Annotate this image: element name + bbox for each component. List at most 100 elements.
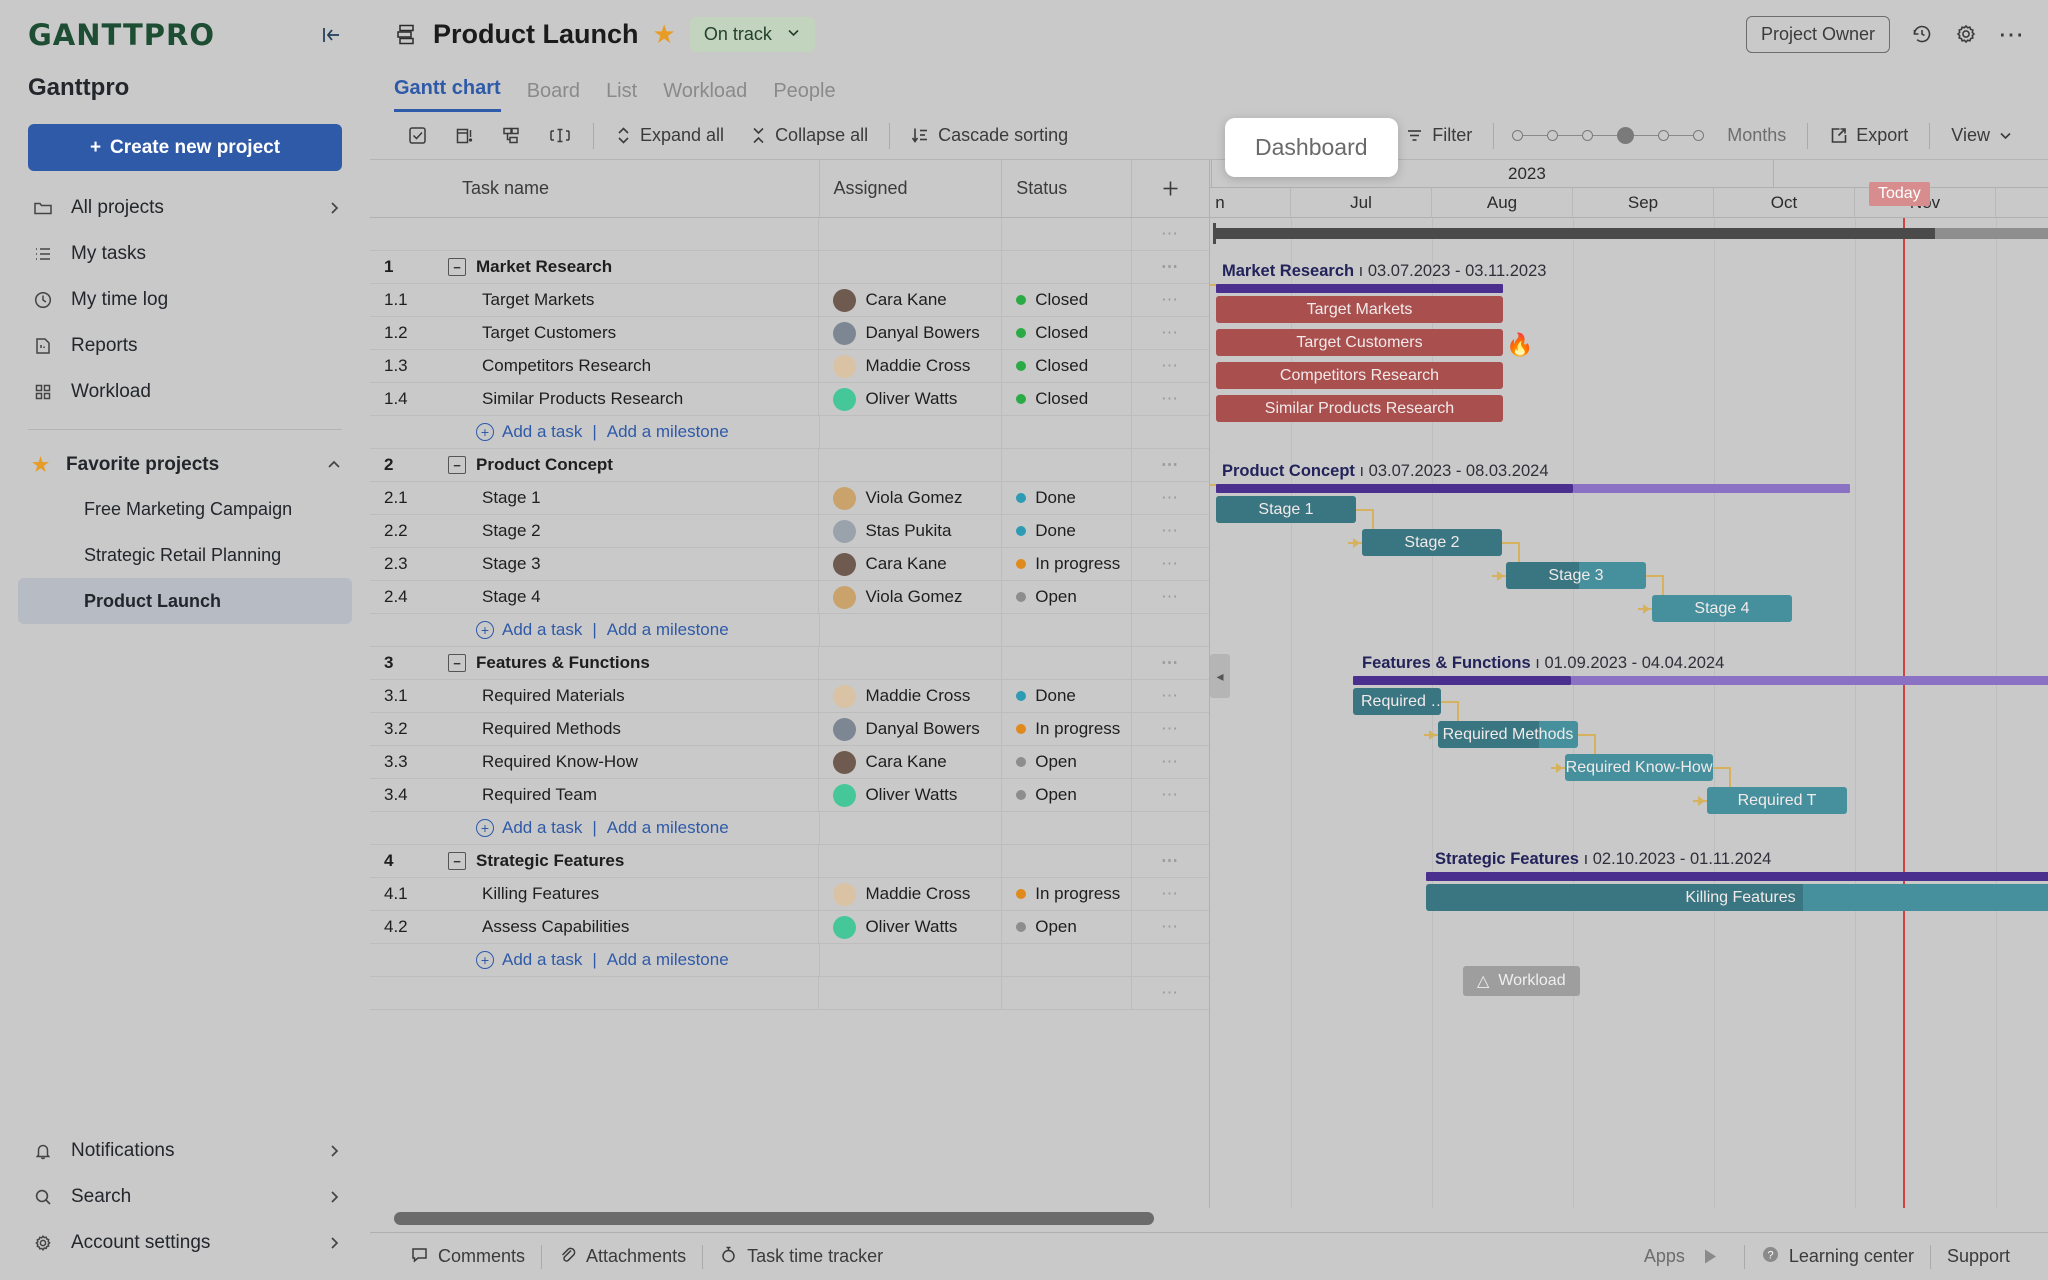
zoom-step-4[interactable]: [1658, 130, 1670, 141]
more-horizontal-icon[interactable]: ⋯: [1998, 21, 2026, 47]
star-icon[interactable]: ★: [653, 19, 676, 50]
task-name-cell[interactable]: 1.2 Target Customers: [370, 317, 820, 349]
gantt-bar[interactable]: Required …: [1353, 688, 1441, 715]
assigned-cell[interactable]: [819, 845, 1003, 877]
table-row[interactable]: 1.1 Target Markets Cara Kane Closed ⋯: [370, 284, 1209, 317]
add-a-milestone-link[interactable]: Add a milestone: [607, 950, 729, 970]
tab-board[interactable]: Board: [527, 80, 580, 112]
table-row[interactable]: 3.3 Required Know-How Cara Kane Open ⋯: [370, 746, 1209, 779]
assigned-cell[interactable]: Maddie Cross: [819, 878, 1003, 910]
support-button[interactable]: Support: [1931, 1246, 2026, 1267]
status-cell[interactable]: Open: [1002, 581, 1133, 613]
learning-center-button[interactable]: ? Learning center: [1745, 1245, 1930, 1269]
zoom-step-0[interactable]: [1512, 130, 1524, 141]
assigned-cell[interactable]: Danyal Bowers: [819, 317, 1003, 349]
expand-all-button[interactable]: Expand all: [602, 125, 737, 146]
sidebar-item-workload[interactable]: Workload: [0, 369, 370, 415]
task-name-cell[interactable]: 3.4 Required Team: [370, 779, 820, 811]
sidebar-item-all-projects[interactable]: All projects: [0, 185, 370, 231]
add-column-button[interactable]: [1132, 160, 1209, 217]
row-more-button[interactable]: ⋯: [1132, 680, 1209, 712]
gantt-bar[interactable]: Stage 2: [1362, 529, 1502, 556]
sidebar-item-reports[interactable]: Reports: [0, 323, 370, 369]
status-badge[interactable]: On track: [689, 16, 815, 52]
task-name-cell[interactable]: 3 − Features & Functions: [370, 647, 820, 679]
row-more-button[interactable]: ⋯: [1132, 647, 1209, 679]
task-time-tracker-button[interactable]: Task time tracker: [703, 1245, 899, 1269]
gantt-bar[interactable]: Similar Products Research: [1216, 395, 1503, 422]
row-more-button[interactable]: ⋯: [1132, 548, 1209, 580]
add-a-task-link[interactable]: Add a task: [502, 950, 582, 970]
assigned-cell[interactable]: [819, 251, 1003, 283]
cascade-sorting-button[interactable]: Cascade sorting: [898, 125, 1081, 146]
collapse-panel-icon[interactable]: [320, 24, 342, 46]
status-cell[interactable]: [1002, 647, 1133, 679]
gantt-bar[interactable]: Competitors Research: [1216, 362, 1503, 389]
status-cell[interactable]: [1002, 449, 1133, 481]
status-cell[interactable]: Done: [1002, 515, 1133, 547]
table-row[interactable]: 4.1 Killing Features Maddie Cross In progre…: [370, 878, 1209, 911]
status-cell[interactable]: In progress: [1002, 713, 1133, 745]
assigned-cell[interactable]: Oliver Watts: [819, 911, 1003, 943]
zoom-step-3[interactable]: [1617, 127, 1635, 144]
row-more-button[interactable]: ⋯: [1132, 779, 1209, 811]
table-row[interactable]: 1.2 Target Customers Danyal Bowers Closed ⋯: [370, 317, 1209, 350]
status-cell[interactable]: Closed: [1002, 350, 1133, 382]
assigned-cell[interactable]: Maddie Cross: [819, 350, 1003, 382]
task-name-cell[interactable]: 2 − Product Concept: [370, 449, 820, 481]
tab-gantt-chart[interactable]: Gantt chart: [394, 77, 501, 112]
gantt-bar[interactable]: Required Know-How: [1565, 754, 1713, 781]
add-a-task-link[interactable]: Add a task: [502, 620, 582, 640]
task-name-cell[interactable]: 4.1 Killing Features: [370, 878, 820, 910]
gantt-bar[interactable]: Stage 4: [1652, 595, 1792, 622]
gantt-bar[interactable]: Required Methods: [1438, 721, 1578, 748]
gantt-bar[interactable]: Stage 1: [1216, 496, 1356, 523]
plus-circle-icon[interactable]: +: [476, 423, 494, 441]
status-cell[interactable]: [1002, 845, 1133, 877]
zoom-level-slider[interactable]: [1502, 127, 1714, 144]
row-more-button[interactable]: ⋯: [1132, 449, 1209, 481]
task-group-row[interactable]: 4 − Strategic Features ⋯: [370, 845, 1209, 878]
assigned-cell[interactable]: Viola Gomez: [819, 482, 1003, 514]
assigned-cell[interactable]: Cara Kane: [819, 746, 1003, 778]
favorite-project-free-marketing-campaign[interactable]: Free Marketing Campaign: [18, 486, 352, 532]
table-row[interactable]: 3.4 Required Team Oliver Watts Open ⋯: [370, 779, 1209, 812]
sidebar-item-notifications[interactable]: Notifications: [0, 1128, 370, 1174]
table-row[interactable]: 2.2 Stage 2 Stas Pukita Done ⋯: [370, 515, 1209, 548]
row-more-button[interactable]: ⋯: [1132, 317, 1209, 349]
zoom-step-1[interactable]: [1547, 130, 1559, 141]
add-a-milestone-link[interactable]: Add a milestone: [607, 422, 729, 442]
assigned-cell[interactable]: Viola Gomez: [819, 581, 1003, 613]
hierarchy-icon[interactable]: [488, 125, 535, 146]
sidebar-item-account-settings[interactable]: Account settings: [0, 1220, 370, 1266]
task-name-cell[interactable]: 1.4 Similar Products Research: [370, 383, 820, 415]
tab-list[interactable]: List: [606, 80, 637, 112]
table-row[interactable]: 4.2 Assess Capabilities Oliver Watts Open ⋯: [370, 911, 1209, 944]
add-a-task-link[interactable]: Add a task: [502, 422, 582, 442]
column-header-task-name[interactable]: Task name: [370, 160, 820, 217]
task-name-cell[interactable]: 1.1 Target Markets: [370, 284, 820, 316]
add-a-task-link[interactable]: Add a task: [502, 818, 582, 838]
row-more-button[interactable]: ⋯: [1132, 218, 1209, 250]
row-more-button[interactable]: ⋯: [1132, 515, 1209, 547]
view-button[interactable]: View: [1938, 125, 2026, 146]
gantt-bar[interactable]: Required T: [1707, 787, 1847, 814]
status-cell[interactable]: Open: [1002, 779, 1133, 811]
assigned-cell[interactable]: Danyal Bowers: [819, 713, 1003, 745]
status-cell[interactable]: Closed: [1002, 383, 1133, 415]
task-name-cell[interactable]: 3.3 Required Know-How: [370, 746, 820, 778]
google-play-icon[interactable]: [1693, 1247, 1728, 1266]
task-name-cell[interactable]: 3.1 Required Materials: [370, 680, 820, 712]
task-name-cell[interactable]: 3.2 Required Methods: [370, 713, 820, 745]
horizontal-scrollbar[interactable]: [394, 1212, 1154, 1225]
text-align-icon[interactable]: [535, 125, 585, 146]
calendar-alert-icon[interactable]: [441, 125, 488, 146]
assigned-cell[interactable]: Oliver Watts: [819, 383, 1003, 415]
table-row[interactable]: 2.4 Stage 4 Viola Gomez Open ⋯: [370, 581, 1209, 614]
assigned-cell[interactable]: Cara Kane: [819, 548, 1003, 580]
table-row[interactable]: 1.4 Similar Products Research Oliver Watts…: [370, 383, 1209, 416]
column-header-status[interactable]: Status: [1002, 160, 1133, 217]
collapse-toggle-icon[interactable]: −: [448, 456, 466, 474]
project-owner-button[interactable]: Project Owner: [1745, 15, 1890, 53]
task-name-cell[interactable]: 4 − Strategic Features: [370, 845, 820, 877]
